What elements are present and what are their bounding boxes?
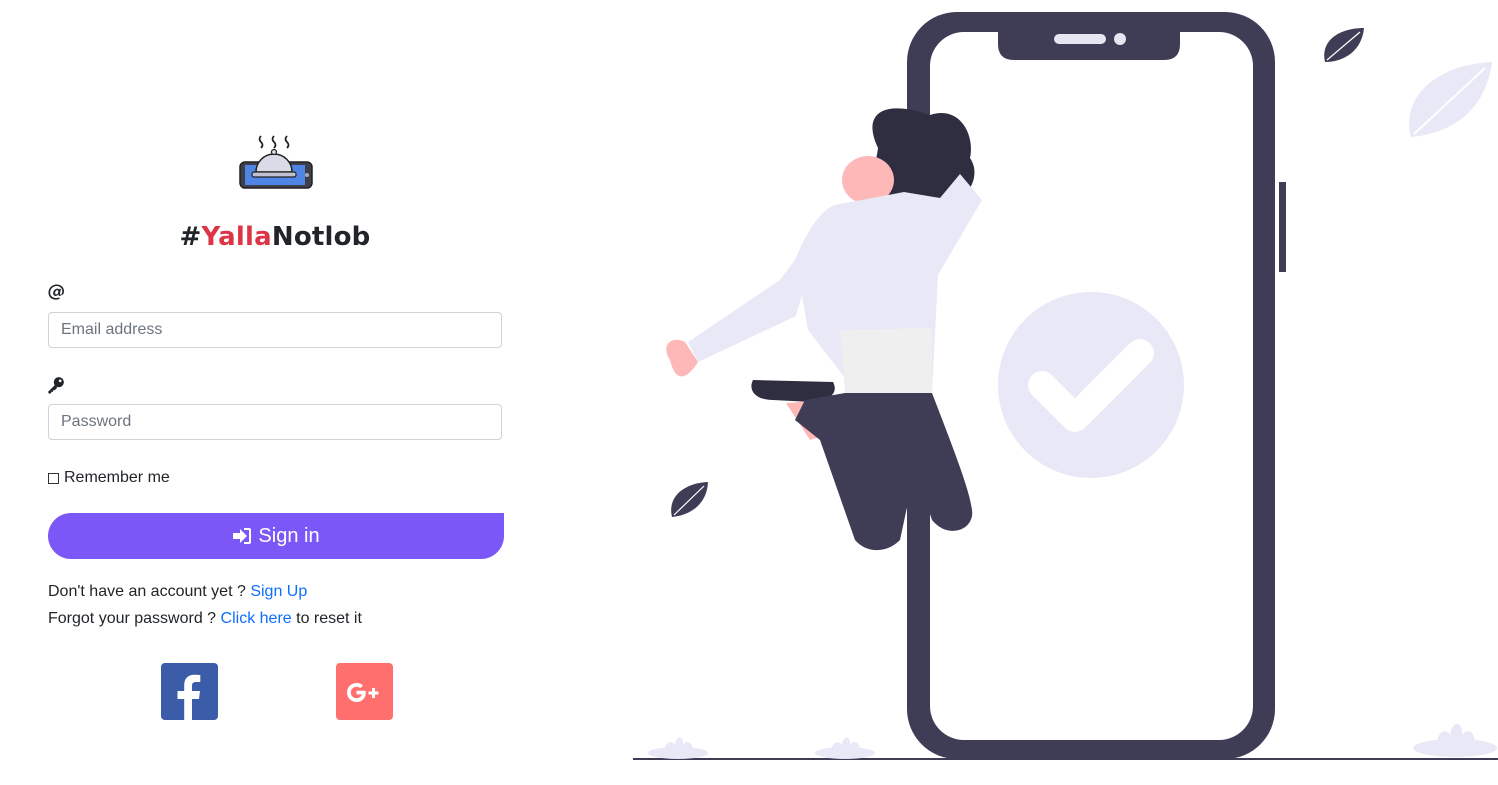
remember-checkbox[interactable]	[48, 472, 59, 484]
remember-me[interactable]: Remember me	[48, 469, 170, 487]
brand-highlight: Yalla	[201, 222, 272, 252]
login-illustration	[633, 12, 1498, 760]
brand-title: #YallaNotlob	[0, 222, 550, 252]
signup-text: Don't have an account yet ?	[48, 583, 246, 600]
email-input[interactable]	[48, 312, 502, 348]
brand-suffix: Notlob	[271, 222, 371, 252]
forgot-suffix: to reset it	[296, 610, 362, 627]
sign-in-label: Sign in	[258, 524, 320, 547]
remember-label: Remember me	[64, 469, 170, 486]
forgot-line: Forgot your password ? Click here to res…	[48, 610, 362, 628]
facebook-login-button[interactable]	[161, 663, 218, 720]
brand-prefix: #	[179, 222, 202, 252]
signup-line: Don't have an account yet ? Sign Up	[48, 583, 307, 601]
google-plus-icon	[347, 683, 379, 702]
facebook-icon	[177, 674, 201, 720]
reset-password-link[interactable]: Click here	[221, 610, 292, 627]
key-icon	[48, 377, 64, 394]
sign-in-button[interactable]: Sign in	[48, 513, 504, 559]
at-icon	[48, 284, 64, 300]
login-panel: #YallaNotlob Remember me Sign in Don't h…	[0, 0, 560, 785]
sign-in-icon	[233, 528, 252, 544]
sign-up-link[interactable]: Sign Up	[250, 583, 307, 600]
google-login-button[interactable]	[336, 663, 393, 720]
food-delivery-logo	[239, 135, 313, 189]
password-input[interactable]	[48, 404, 502, 440]
forgot-text: Forgot your password ?	[48, 610, 217, 627]
